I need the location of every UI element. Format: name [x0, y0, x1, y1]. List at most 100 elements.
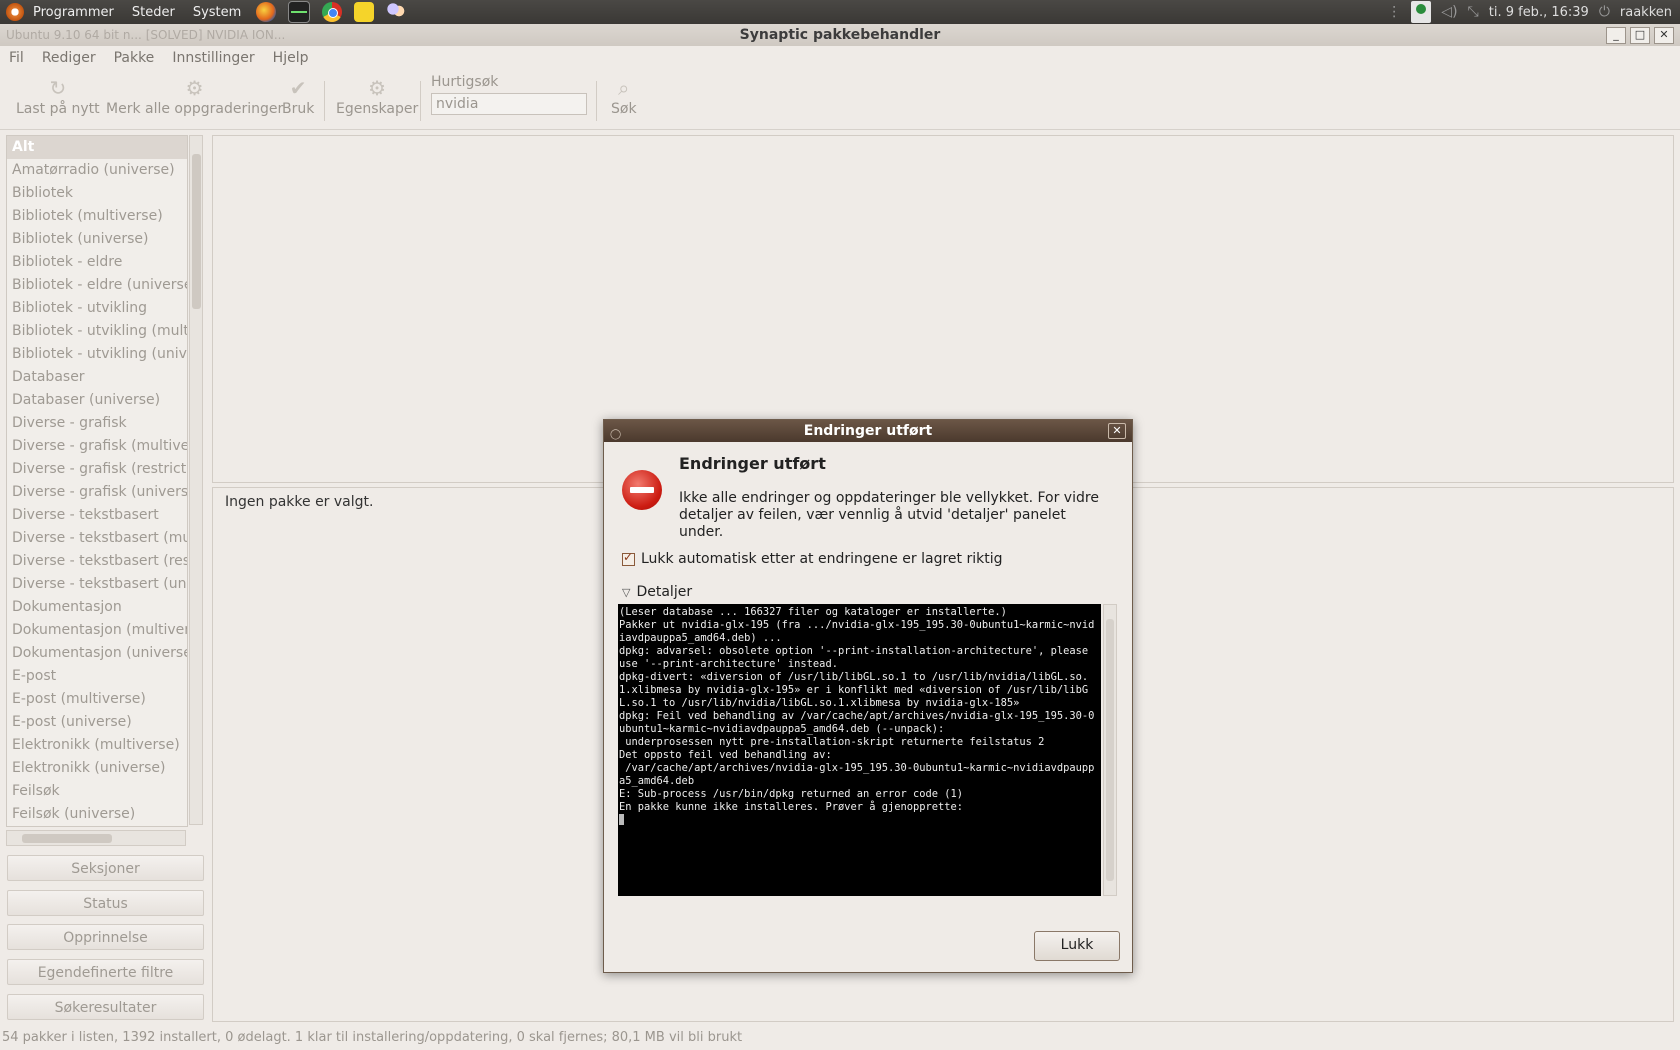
section-item[interactable]: Dokumentasjon (universe): [7, 642, 187, 665]
quicksearch-label: Hurtigsøk: [431, 74, 499, 90]
ubuntu-logo-icon[interactable]: [6, 3, 24, 21]
section-item[interactable]: Diverse - tekstbasert (restricted): [7, 550, 187, 573]
reload-button[interactable]: ↻ Last på nytt: [16, 75, 100, 117]
terminal-scrollbar[interactable]: [1103, 604, 1117, 896]
section-item[interactable]: Bibliotek - utvikling (multiverse): [7, 320, 187, 343]
panel-menu-applications[interactable]: Programmer: [24, 5, 123, 20]
search-icon: ⌕: [618, 76, 630, 100]
section-list-vscrollbar[interactable]: [189, 135, 203, 825]
details-label: Detaljer: [636, 584, 693, 600]
apply-button[interactable]: ✔ Bruk: [282, 75, 314, 117]
section-item[interactable]: Diverse - grafisk: [7, 412, 187, 435]
volume-icon[interactable]: ◁): [1441, 4, 1457, 20]
expander-triangle-icon: ▽: [622, 585, 631, 599]
clock[interactable]: ti. 9 feb., 16:39: [1489, 5, 1589, 20]
section-item[interactable]: E-post (multiverse): [7, 688, 187, 711]
menu-package[interactable]: Pakke: [105, 50, 164, 66]
section-item[interactable]: E-post: [7, 665, 187, 688]
toolbar-separator: [324, 81, 325, 121]
section-item[interactable]: Bibliotek: [7, 182, 187, 205]
terminal-cursor: [619, 814, 624, 825]
properties-icon: ⚙: [368, 76, 387, 100]
panel-menu-system[interactable]: System: [184, 5, 250, 20]
close-window-button[interactable]: ✕: [1654, 27, 1674, 44]
terminal-line: Det oppsto feil ved behandling av:: [619, 749, 832, 761]
dialog-message: Ikke alle endringer og oppdateringer ble…: [679, 490, 1099, 540]
dialog-close-icon[interactable]: ✕: [1108, 423, 1126, 439]
panel-username[interactable]: raakken: [1620, 5, 1672, 20]
network-icon[interactable]: ⤡: [1468, 4, 1479, 20]
properties-label: Egenskaper: [336, 101, 419, 117]
section-item[interactable]: Elektronikk (multiverse): [7, 734, 187, 757]
terminal-line: underprosessen nytt pre-installation-skr…: [619, 736, 1045, 748]
search-label: Søk: [611, 101, 637, 117]
section-item[interactable]: Bibliotek - utvikling: [7, 297, 187, 320]
section-item[interactable]: Dokumentasjon: [7, 596, 187, 619]
section-item[interactable]: Diverse - grafisk (multiverse): [7, 435, 187, 458]
dialog-title: Endringer utført: [803, 423, 933, 439]
section-item[interactable]: Dokumentasjon (multiverse): [7, 619, 187, 642]
notes-icon[interactable]: [354, 2, 375, 22]
properties-button[interactable]: ⚙ Egenskaper: [336, 75, 418, 117]
quicksearch-input[interactable]: [431, 93, 587, 115]
section-item[interactable]: Databaser: [7, 366, 187, 389]
section-item[interactable]: Bibliotek - eldre (universe): [7, 274, 187, 297]
section-item[interactable]: Bibliotek (multiverse): [7, 205, 187, 228]
section-list-hscrollbar[interactable]: [6, 830, 186, 846]
filter-search-results-button[interactable]: Søkeresultater: [7, 994, 204, 1020]
section-item[interactable]: Feilsøk: [7, 780, 187, 803]
panel-menu-places[interactable]: Steder: [123, 5, 184, 20]
maximize-button[interactable]: □: [1630, 27, 1650, 44]
dialog-heading: Endringer utført: [679, 454, 826, 473]
menu-settings[interactable]: Innstillinger: [163, 50, 263, 66]
section-list[interactable]: Alt Amatørradio (universe) Bibliotek Biblio…: [6, 135, 188, 827]
section-item[interactable]: Bibliotek - eldre: [7, 251, 187, 274]
section-item[interactable]: Diverse - tekstbasert (multiverse): [7, 527, 187, 550]
menu-file[interactable]: Fil: [0, 50, 33, 66]
system-monitor-icon[interactable]: [288, 1, 311, 23]
section-item[interactable]: Bibliotek - utvikling (universe): [7, 343, 187, 366]
section-item[interactable]: Databaser (universe): [7, 389, 187, 412]
reload-label: Last på nytt: [16, 101, 100, 117]
section-item[interactable]: Alt: [7, 136, 187, 159]
gear-icon: ⚙: [185, 76, 204, 100]
section-item[interactable]: Feilsøk (universe): [7, 803, 187, 826]
checkbox-checked-icon[interactable]: [622, 550, 635, 566]
chrome-icon[interactable]: [322, 2, 343, 22]
section-item[interactable]: Amatørradio (universe): [7, 159, 187, 182]
dialog-titlebar[interactable]: ◯ Endringer utført ✕: [604, 420, 1132, 442]
filter-sections-button[interactable]: Seksjoner: [7, 855, 204, 881]
terminal-line: dpkg: Feil ved behandling av /var/cache/…: [619, 710, 1095, 735]
section-item[interactable]: Elektronikk (universe): [7, 757, 187, 780]
auto-close-checkbox[interactable]: Lukk automatisk etter at endringene er l…: [622, 550, 1003, 567]
filter-status-button[interactable]: Status: [7, 890, 204, 916]
search-button[interactable]: ⌕ Søk: [611, 75, 637, 117]
window-title: Synaptic pakkebehandler: [739, 27, 941, 43]
details-expander[interactable]: ▽ Detaljer: [622, 584, 692, 600]
window-titlebar[interactable]: Ubuntu 9.10 64 bit n... [SOLVED] NVIDIA …: [0, 24, 1680, 46]
section-item[interactable]: Diverse - grafisk (restricted): [7, 458, 187, 481]
user-status-icon[interactable]: [1411, 1, 1432, 23]
mark-all-label: Merk alle oppgraderinger: [106, 101, 284, 117]
firefox-icon[interactable]: [256, 2, 277, 22]
section-item[interactable]: Bibliotek (universe): [7, 228, 187, 251]
power-icon[interactable]: ⏻: [1599, 4, 1610, 20]
section-item[interactable]: Diverse - tekstbasert: [7, 504, 187, 527]
menu-edit[interactable]: Rediger: [33, 50, 105, 66]
close-button[interactable]: Lukk: [1034, 931, 1120, 961]
auto-close-label: Lukk automatisk etter at endringene er l…: [641, 551, 1003, 567]
filter-custom-button[interactable]: Egendefinerte filtre: [7, 959, 204, 985]
filter-origin-button[interactable]: Opprinnelse: [7, 924, 204, 950]
section-item[interactable]: E-post (universe): [7, 711, 187, 734]
section-item[interactable]: Diverse - grafisk (universe): [7, 481, 187, 504]
mark-all-upgrades-button[interactable]: ⚙ Merk alle oppgraderinger: [106, 75, 283, 117]
minimize-button[interactable]: _: [1606, 27, 1626, 44]
terminal-output[interactable]: (Leser database ... 166327 filer og kata…: [618, 604, 1101, 896]
people-icon[interactable]: [386, 2, 407, 22]
changes-applied-dialog: ◯ Endringer utført ✕ Endringer utført Ik…: [603, 419, 1133, 973]
toolbar: ↻ Last på nytt ⚙ Merk alle oppgraderinge…: [0, 71, 1680, 130]
dialog-menu-icon[interactable]: ◯: [610, 424, 621, 446]
terminal-line: /var/cache/apt/archives/nvidia-glx-195_1…: [619, 762, 1095, 787]
menu-help[interactable]: Hjelp: [264, 50, 318, 66]
section-item[interactable]: Diverse - tekstbasert (universe): [7, 573, 187, 596]
